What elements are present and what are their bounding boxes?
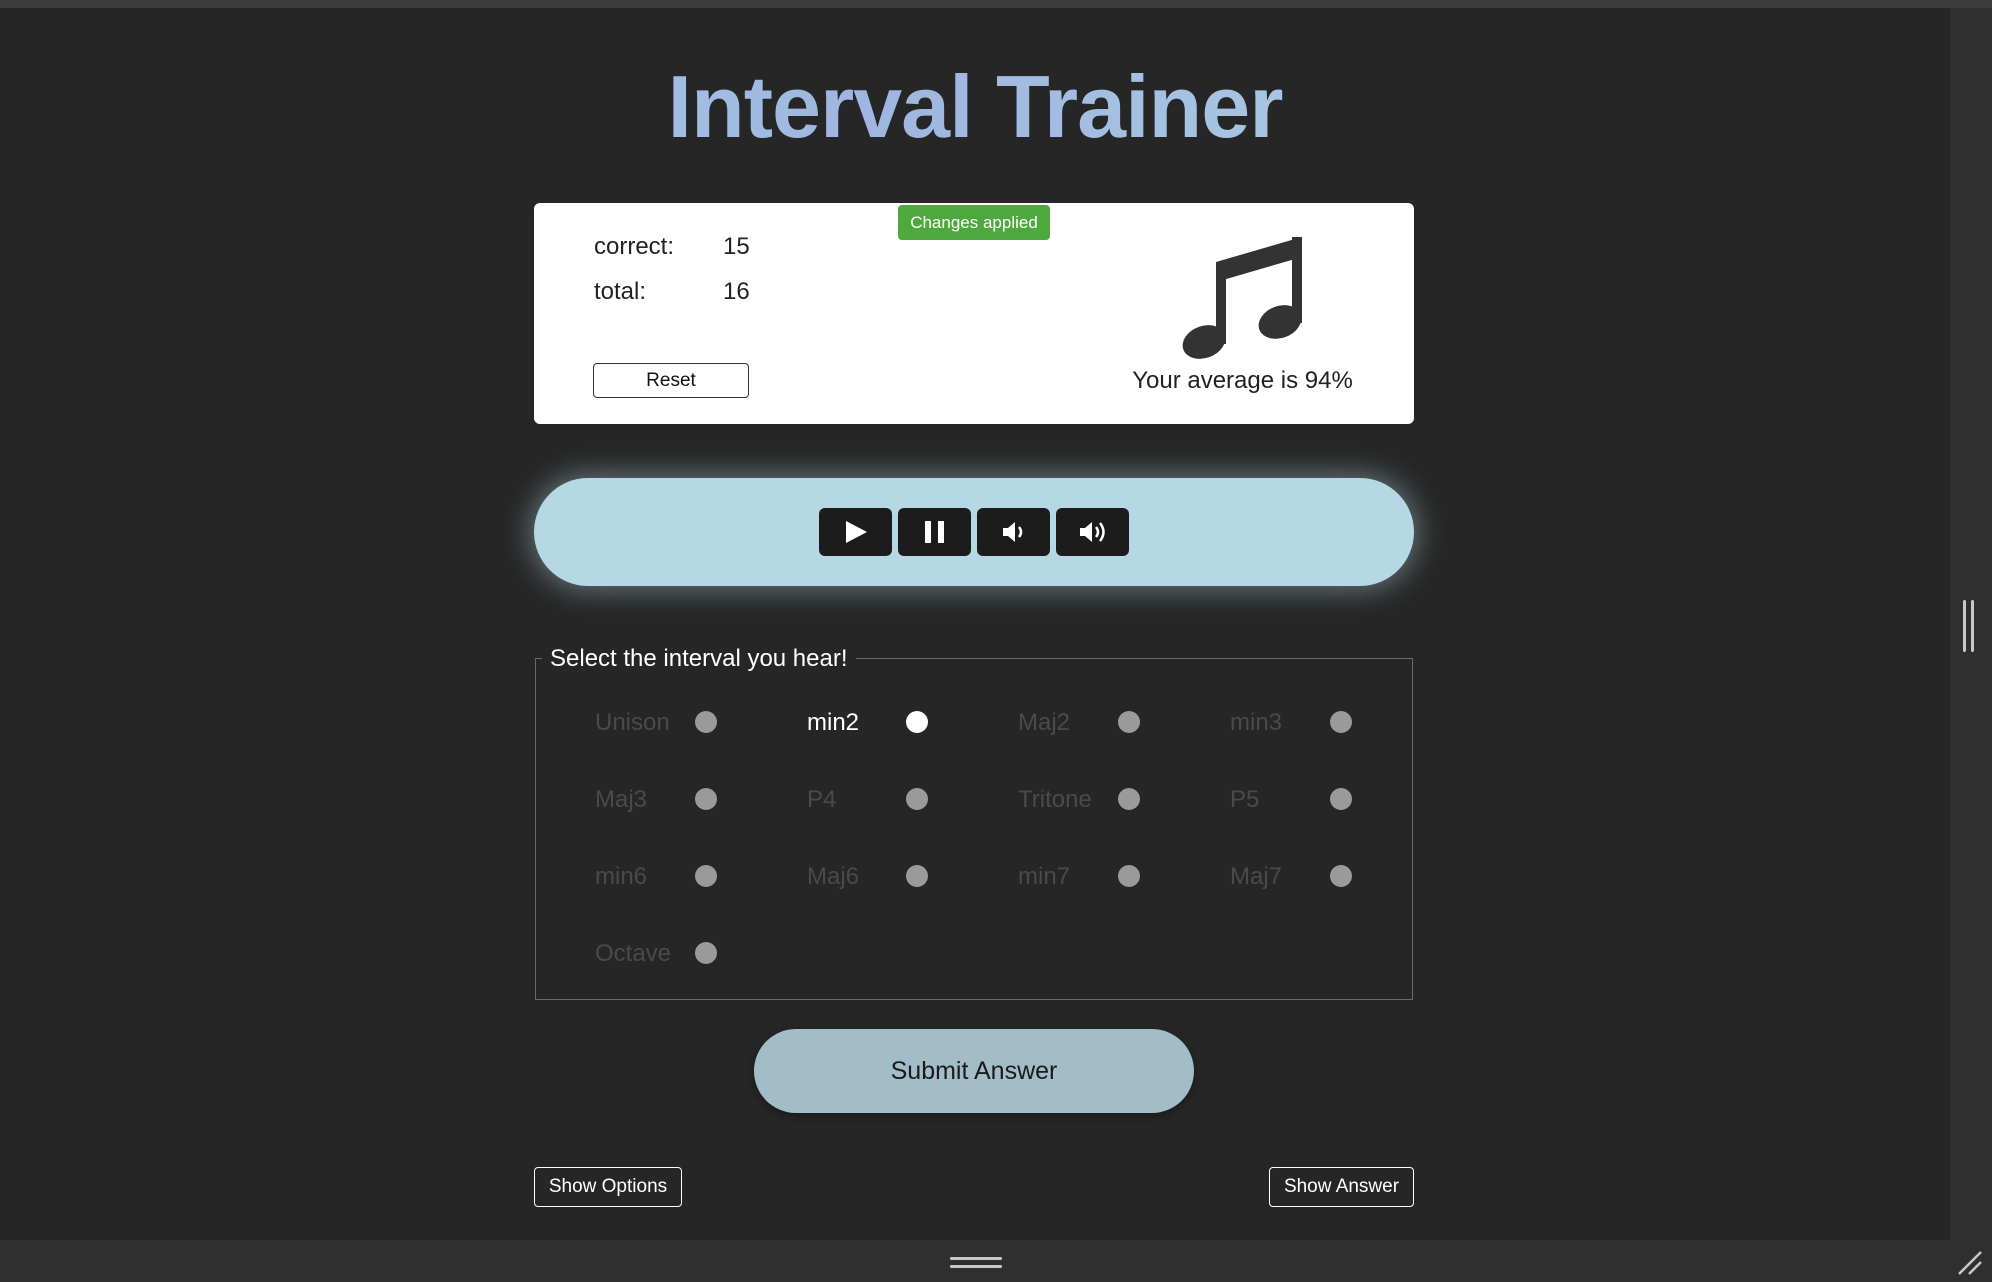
show-options-button[interactable]: Show Options: [534, 1167, 682, 1207]
correct-value: 15: [723, 233, 750, 260]
horizontal-resize-handle[interactable]: [950, 1257, 1002, 1269]
interval-radio-min7[interactable]: [1118, 865, 1140, 887]
interval-legend: Select the interval you hear!: [542, 643, 856, 675]
interval-radio-maj2[interactable]: [1118, 711, 1140, 733]
pause-icon: [925, 521, 944, 543]
total-label: total:: [594, 278, 647, 305]
interval-radio-p5[interactable]: [1330, 788, 1352, 810]
resize-corner-icon[interactable]: [1955, 1248, 1985, 1278]
interval-radio-min2[interactable]: [906, 711, 928, 733]
total-value: 16: [723, 278, 750, 305]
interval-radio-maj3[interactable]: [695, 788, 717, 810]
volume-down-button[interactable]: [977, 508, 1050, 556]
interval-label-tritone[interactable]: Tritone: [1018, 785, 1092, 815]
music-note-icon: [1182, 237, 1302, 359]
average-text: Your average is 94%: [1132, 367, 1353, 394]
pause-button[interactable]: [898, 508, 971, 556]
interval-label-p4[interactable]: P4: [807, 785, 836, 815]
interval-label-min2[interactable]: min2: [807, 708, 859, 738]
interval-label-octave[interactable]: Octave: [595, 939, 671, 969]
show-answer-button[interactable]: Show Answer: [1269, 1167, 1414, 1207]
play-button[interactable]: [819, 508, 892, 556]
interval-label-min3[interactable]: min3: [1230, 708, 1282, 738]
interval-radio-min3[interactable]: [1330, 711, 1352, 733]
interval-radio-maj7[interactable]: [1330, 865, 1352, 887]
volume-down-icon: [1003, 522, 1023, 542]
play-icon: [846, 521, 867, 543]
reset-button[interactable]: Reset: [593, 363, 749, 398]
interval-label-maj2[interactable]: Maj2: [1018, 708, 1070, 738]
interval-radio-unison[interactable]: [695, 711, 717, 733]
interval-radio-tritone[interactable]: [1118, 788, 1140, 810]
interval-radio-maj6[interactable]: [906, 865, 928, 887]
interval-label-maj6[interactable]: Maj6: [807, 862, 859, 892]
interval-label-maj7[interactable]: Maj7: [1230, 862, 1282, 892]
correct-label: correct:: [594, 233, 675, 260]
interval-label-p5[interactable]: P5: [1230, 785, 1259, 815]
vertical-resize-handle[interactable]: [1963, 600, 1975, 652]
interval-radio-octave[interactable]: [695, 942, 717, 964]
volume-up-button[interactable]: [1056, 508, 1129, 556]
interval-radio-min6[interactable]: [695, 865, 717, 887]
volume-up-icon: [1080, 522, 1105, 542]
audio-player: [534, 478, 1414, 586]
interval-label-unison[interactable]: Unison: [595, 708, 670, 738]
interval-label-min7[interactable]: min7: [1018, 862, 1070, 892]
submit-answer-button[interactable]: Submit Answer: [754, 1029, 1194, 1113]
interval-label-min6[interactable]: min6: [595, 862, 647, 892]
window-top-edge: [0, 0, 1992, 8]
interval-label-maj3[interactable]: Maj3: [595, 785, 647, 815]
changes-applied-toast: Changes applied: [898, 205, 1050, 240]
page-title: Interval Trainer: [0, 52, 1950, 162]
interval-radio-p4[interactable]: [906, 788, 928, 810]
